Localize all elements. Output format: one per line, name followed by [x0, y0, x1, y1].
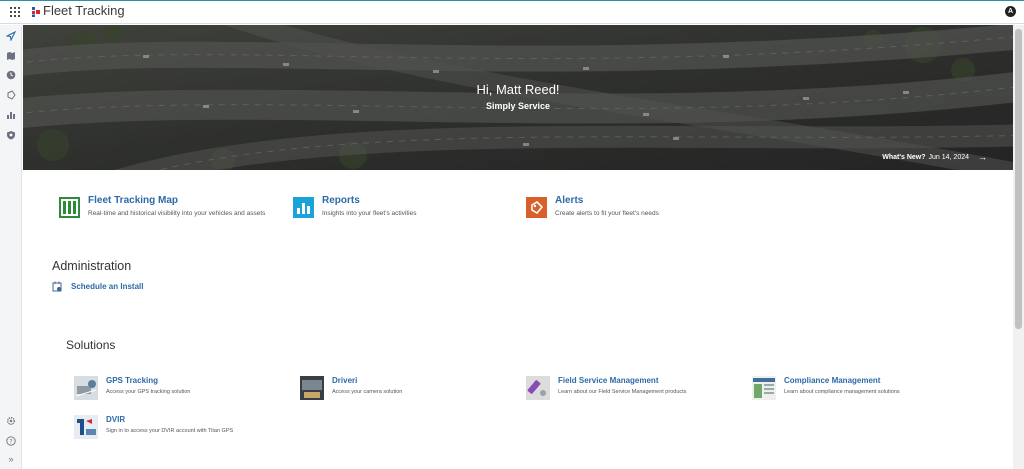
- administration-heading: Administration: [52, 259, 132, 273]
- navigation-icon[interactable]: [5, 30, 17, 42]
- arrow-right-icon: →: [978, 152, 987, 162]
- solution-title: GPS Tracking: [106, 376, 159, 385]
- svg-text:?: ?: [9, 437, 12, 445]
- feature-title: Reports: [322, 195, 360, 206]
- feature-description: Create alerts to fit your fleet's needs: [555, 210, 659, 217]
- hero-banner: Hi, Matt Reed! Simply Service What's New…: [23, 25, 1013, 170]
- shield-icon[interactable]: [5, 129, 17, 141]
- app-launcher-icon[interactable]: [10, 7, 20, 17]
- solution-description: Learn about our Field Service Management…: [558, 389, 687, 395]
- feature-title: Alerts: [555, 195, 584, 206]
- whats-new-label: What's New?: [882, 153, 926, 161]
- feature-alerts[interactable]: Alerts Create alerts to fit your fleet's…: [526, 195, 659, 221]
- schedule-install-label: Schedule an Install: [71, 282, 144, 291]
- solution-description: Sign in to access your DVIR account with…: [106, 428, 234, 434]
- driveri-thumbnail: [300, 376, 324, 400]
- solution-compliance-management[interactable]: Compliance Management Learn about compli…: [752, 376, 900, 400]
- solution-description: Access your camera solution: [332, 389, 403, 395]
- feature-fleet-tracking-map[interactable]: Fleet Tracking Map Real-time and histori…: [59, 195, 265, 221]
- help-icon[interactable]: ?: [5, 435, 17, 447]
- app-title: Fleet Tracking: [43, 3, 125, 18]
- dvir-thumbnail: [74, 415, 98, 439]
- whats-new-date: Jun 14, 2024: [928, 153, 969, 161]
- map-icon[interactable]: [5, 50, 17, 62]
- feature-description: Insights into your fleet's activities: [322, 210, 417, 217]
- settings-icon[interactable]: [5, 415, 17, 427]
- user-avatar[interactable]: A: [1005, 6, 1016, 17]
- solution-description: Learn about compliance management soluti…: [784, 389, 900, 395]
- highway-background-image: [23, 25, 1013, 170]
- feature-reports[interactable]: Reports Insights into your fleet's activ…: [293, 195, 416, 221]
- reports-icon[interactable]: [5, 109, 17, 121]
- solution-title: Field Service Management: [558, 376, 659, 385]
- expand-icon[interactable]: »: [5, 453, 17, 465]
- gps-tracking-thumbnail: [74, 376, 98, 400]
- left-sidebar: ? »: [0, 25, 22, 469]
- vertical-scrollbar[interactable]: [1013, 25, 1024, 469]
- solution-gps-tracking[interactable]: GPS Tracking Access your GPS tracking so…: [74, 376, 190, 400]
- solution-title: Driveri: [332, 376, 358, 385]
- solution-dvir[interactable]: DVIR Sign in to access your DVIR account…: [74, 415, 233, 439]
- calendar-icon: [52, 281, 62, 292]
- solutions-heading: Solutions: [66, 338, 116, 352]
- top-bar: Fleet Tracking A: [0, 0, 1024, 24]
- whats-new-link[interactable]: What's New? Jun 14, 2024 →: [882, 152, 987, 162]
- feature-title: Fleet Tracking Map: [88, 195, 179, 206]
- schedule-install-link[interactable]: Schedule an Install: [52, 281, 143, 292]
- scrollbar-thumb[interactable]: [1015, 29, 1022, 329]
- solution-title: Compliance Management: [784, 376, 881, 385]
- compliance-thumbnail: [752, 376, 776, 400]
- solution-title: DVIR: [106, 415, 126, 424]
- reports-icon: [293, 197, 314, 218]
- solution-description: Access your GPS tracking solution: [106, 389, 191, 395]
- solution-field-service-management[interactable]: Field Service Management Learn about our…: [526, 376, 686, 400]
- greeting-text: Hi, Matt Reed!: [476, 82, 560, 97]
- alert-icon: [526, 197, 547, 218]
- map-icon: [59, 197, 80, 218]
- feature-description: Real-time and historical visibility into…: [88, 210, 266, 217]
- solution-driveri[interactable]: Driveri Access your camera solution: [300, 376, 402, 400]
- alert-tag-icon[interactable]: [5, 89, 17, 101]
- field-service-thumbnail: [526, 376, 550, 400]
- logo-icon: [32, 7, 40, 17]
- clock-icon[interactable]: [5, 69, 17, 81]
- company-name: Simply Service: [485, 101, 551, 111]
